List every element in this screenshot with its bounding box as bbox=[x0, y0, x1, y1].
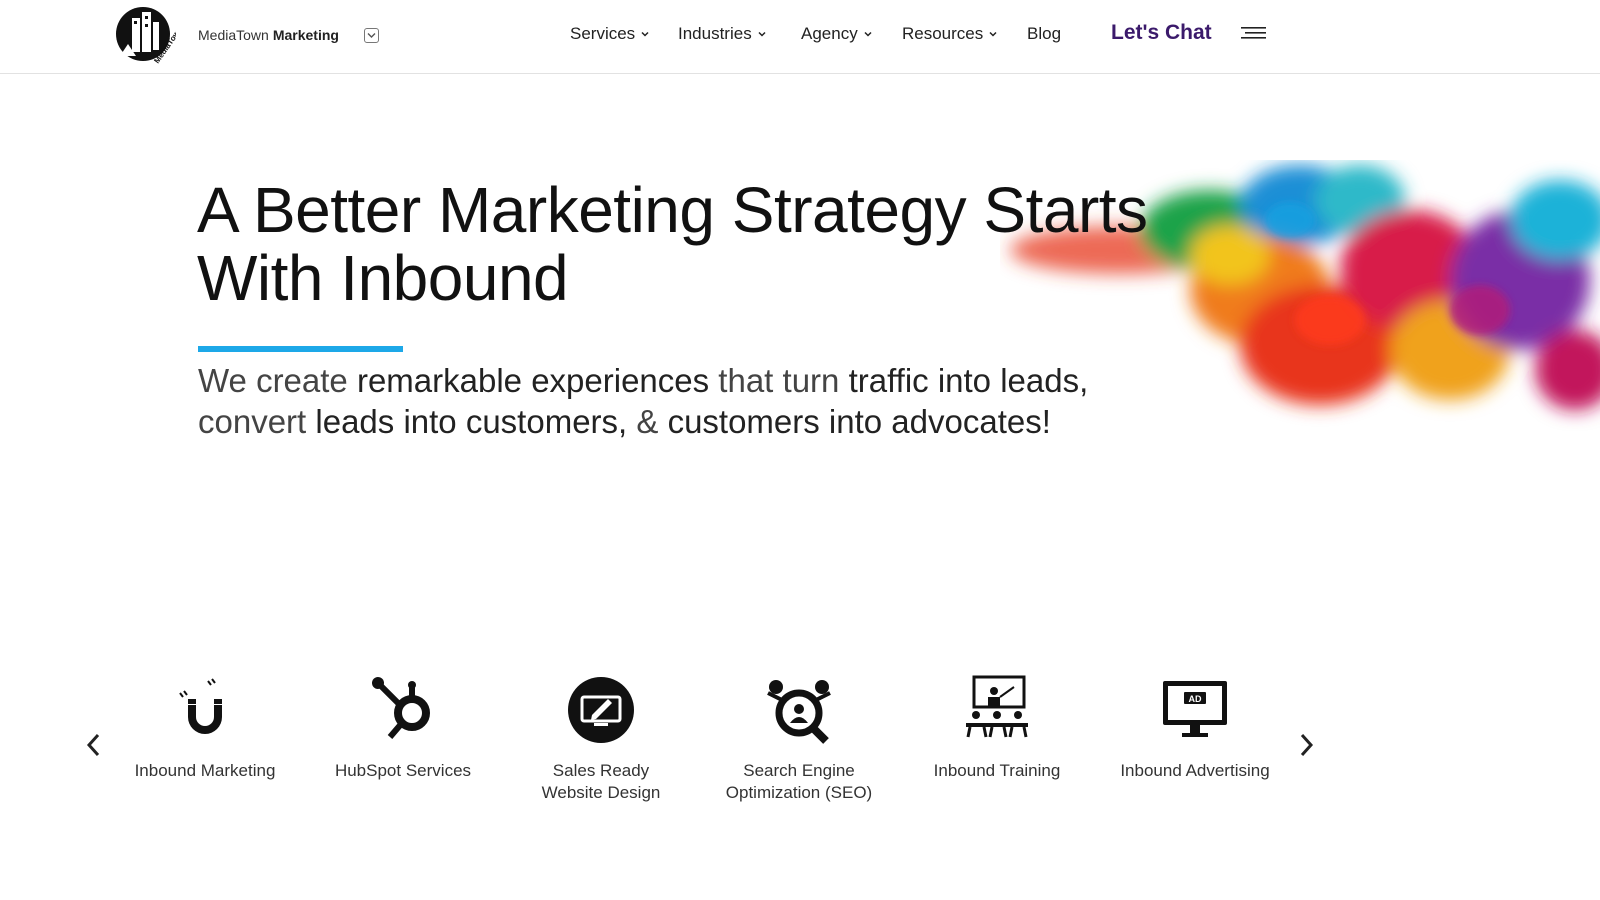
svg-text:AD: AD bbox=[1189, 694, 1202, 704]
chevron-down-icon bbox=[864, 31, 872, 37]
subtitle-highlight: customers into advocates! bbox=[667, 403, 1051, 440]
service-label: Sales Ready Website Design bbox=[541, 761, 661, 802]
subtitle-highlight: traffic into leads, bbox=[848, 362, 1089, 399]
carousel-next-arrow-icon[interactable] bbox=[1296, 731, 1316, 759]
brand-dropdown-toggle[interactable] bbox=[364, 28, 379, 43]
subtitle-part: convert bbox=[198, 403, 316, 440]
nav-item-blog[interactable]: Blog bbox=[1027, 24, 1061, 44]
nav-item-agency[interactable]: Agency bbox=[801, 24, 873, 44]
brand-name[interactable]: MediaTown Marketing bbox=[198, 27, 339, 43]
brand-bold: Marketing bbox=[272, 27, 339, 43]
service-label: Inbound Advertising bbox=[1120, 761, 1270, 780]
chevron-down-icon bbox=[989, 31, 997, 37]
service-inbound-training[interactable]: Inbound Training bbox=[902, 675, 1092, 782]
subtitle-highlight: remarkable experiences bbox=[356, 362, 710, 399]
monitor-edit-icon bbox=[568, 677, 634, 743]
mediatown-logo[interactable]: MediaTown bbox=[114, 4, 176, 66]
nav-label: Resources bbox=[902, 24, 984, 43]
nav-item-industries[interactable]: Industries bbox=[678, 24, 767, 44]
brand-prefix: MediaTown bbox=[198, 27, 269, 43]
service-hubspot[interactable]: HubSpot Services bbox=[308, 675, 498, 782]
nav-label: Agency bbox=[801, 24, 858, 43]
hubspot-icon bbox=[372, 677, 430, 739]
subtitle-part: that turn bbox=[709, 362, 849, 399]
nav-label: Blog bbox=[1027, 24, 1062, 43]
service-seo[interactable]: Search Engine Optimization (SEO) bbox=[704, 675, 894, 804]
hero-subtitle: We create remarkable experiences that tu… bbox=[198, 360, 1178, 442]
magnet-icon bbox=[179, 678, 222, 734]
service-label: Inbound Training bbox=[933, 761, 1061, 780]
subtitle-part: & bbox=[627, 403, 668, 440]
chevron-down-icon bbox=[641, 31, 649, 37]
service-label: Search Engine Optimization (SEO) bbox=[725, 761, 873, 802]
service-inbound-advertising[interactable]: AD Inbound Advertising bbox=[1100, 675, 1290, 782]
lets-chat-button[interactable]: Let's Chat bbox=[1111, 21, 1212, 45]
chevron-down-icon bbox=[758, 31, 766, 37]
nav-item-resources[interactable]: Resources bbox=[902, 24, 998, 44]
seo-magnifier-icon bbox=[767, 680, 831, 744]
training-icon bbox=[966, 675, 1028, 738]
chevron-down-icon bbox=[367, 33, 376, 38]
carousel-prev-arrow-icon[interactable] bbox=[84, 731, 104, 759]
service-inbound-marketing[interactable]: Inbound Marketing bbox=[110, 675, 300, 782]
service-website-design[interactable]: Sales Ready Website Design bbox=[506, 675, 696, 804]
service-label: HubSpot Services bbox=[334, 761, 472, 780]
subtitle-highlight: leads into customers, bbox=[315, 403, 628, 440]
service-label: Inbound Marketing bbox=[134, 761, 276, 780]
site-header: MediaTown MediaTown Marketing Services I… bbox=[0, 0, 1600, 74]
hero-title: A Better Marketing Strategy Starts With … bbox=[197, 174, 1148, 314]
ad-monitor-icon: AD bbox=[1163, 681, 1227, 737]
nav-label: Services bbox=[570, 24, 636, 43]
hamburger-menu-icon[interactable] bbox=[1241, 26, 1267, 42]
hero-accent-rule bbox=[198, 346, 403, 352]
nav-label: Industries bbox=[678, 24, 752, 43]
nav-item-services[interactable]: Services bbox=[570, 24, 650, 44]
subtitle-part: We create bbox=[198, 362, 357, 399]
